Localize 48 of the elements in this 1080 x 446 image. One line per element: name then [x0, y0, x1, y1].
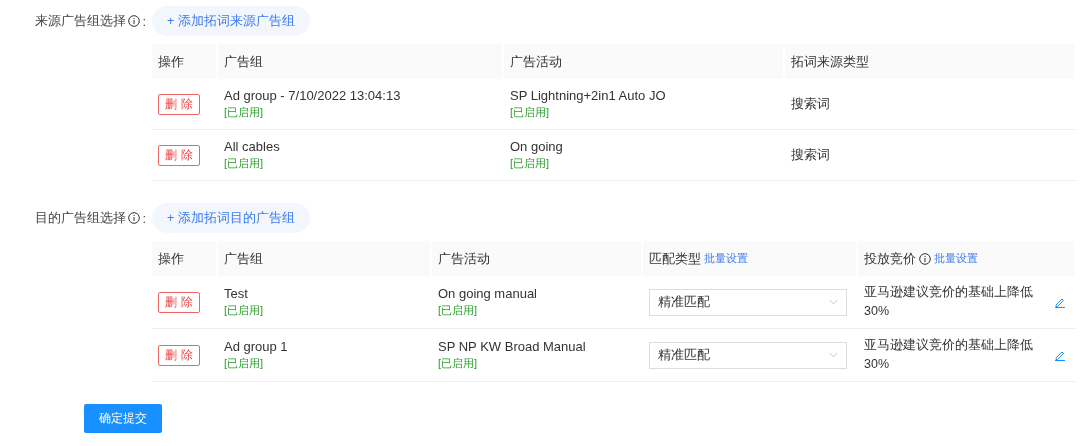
colon: : — [142, 210, 146, 226]
ad-group-name: Ad group 1 — [224, 339, 288, 354]
delete-button[interactable]: 删 除 — [158, 144, 200, 166]
batch-set-link[interactable]: 批量设置 — [704, 251, 748, 266]
column-header: 操作 — [152, 44, 218, 79]
delete-button[interactable]: 删 除 — [158, 344, 200, 366]
add-target-button[interactable]: + 添加拓词目的广告组 — [152, 203, 310, 233]
column-header: 操作 — [158, 249, 184, 268]
column-header: 广告活动 — [504, 44, 785, 79]
source-type: 搜索词 — [791, 95, 830, 113]
column-header: 拓词来源类型 — [785, 44, 1076, 79]
column-header: 广告组 — [218, 44, 504, 79]
column-header: 投放竞价 — [864, 249, 916, 268]
column-header: 匹配类型 — [649, 249, 701, 268]
ad-group-name: All cables — [224, 139, 280, 154]
status-text: [已启用] — [510, 156, 551, 171]
submit-button[interactable]: 确定提交 — [84, 404, 162, 433]
ad-group-name: Test — [224, 286, 249, 301]
column-header: 广告组 — [224, 249, 263, 268]
source-type: 搜索词 — [791, 146, 830, 164]
campaign-name: SP Lightning+2in1 Auto JO — [510, 88, 666, 103]
field-label: 目的广告组选择 — [35, 209, 127, 227]
column-header: 广告活动 — [438, 249, 490, 268]
edit-icon[interactable] — [1054, 296, 1066, 308]
chevron-down-icon — [829, 299, 838, 305]
match-type-select[interactable]: 精准匹配 — [649, 341, 847, 369]
status-text: [已启用] — [224, 105, 265, 120]
colon: : — [142, 13, 146, 29]
status-text: [已启用] — [438, 356, 479, 371]
chevron-down-icon — [829, 352, 838, 358]
delete-button[interactable]: 删 除 — [158, 93, 200, 115]
campaign-name: On going — [510, 139, 563, 154]
status-text: [已启用] — [224, 303, 264, 318]
status-text: [已启用] — [510, 105, 551, 120]
bid-text: 亚马逊建议竞价的基础上降低30% — [864, 337, 1034, 373]
match-type-select[interactable]: 精准匹配 — [649, 288, 847, 316]
campaign-name: SP NP KW Broad Manual — [438, 339, 586, 354]
status-text: [已启用] — [224, 156, 265, 171]
campaign-name: On going manual — [438, 286, 537, 301]
batch-set-link[interactable]: 批量设置 — [934, 251, 978, 266]
ad-group-name: Ad group - 7/10/2022 13:04:13 — [224, 88, 401, 103]
add-source-button[interactable]: + 添加拓词来源广告组 — [152, 6, 310, 36]
field-label: 来源广告组选择 — [35, 12, 127, 30]
edit-icon[interactable] — [1054, 349, 1066, 361]
status-text: [已启用] — [438, 303, 479, 318]
status-text: [已启用] — [224, 356, 265, 371]
delete-button[interactable]: 删 除 — [158, 291, 200, 313]
bid-text: 亚马逊建议竞价的基础上降低30% — [864, 284, 1034, 320]
